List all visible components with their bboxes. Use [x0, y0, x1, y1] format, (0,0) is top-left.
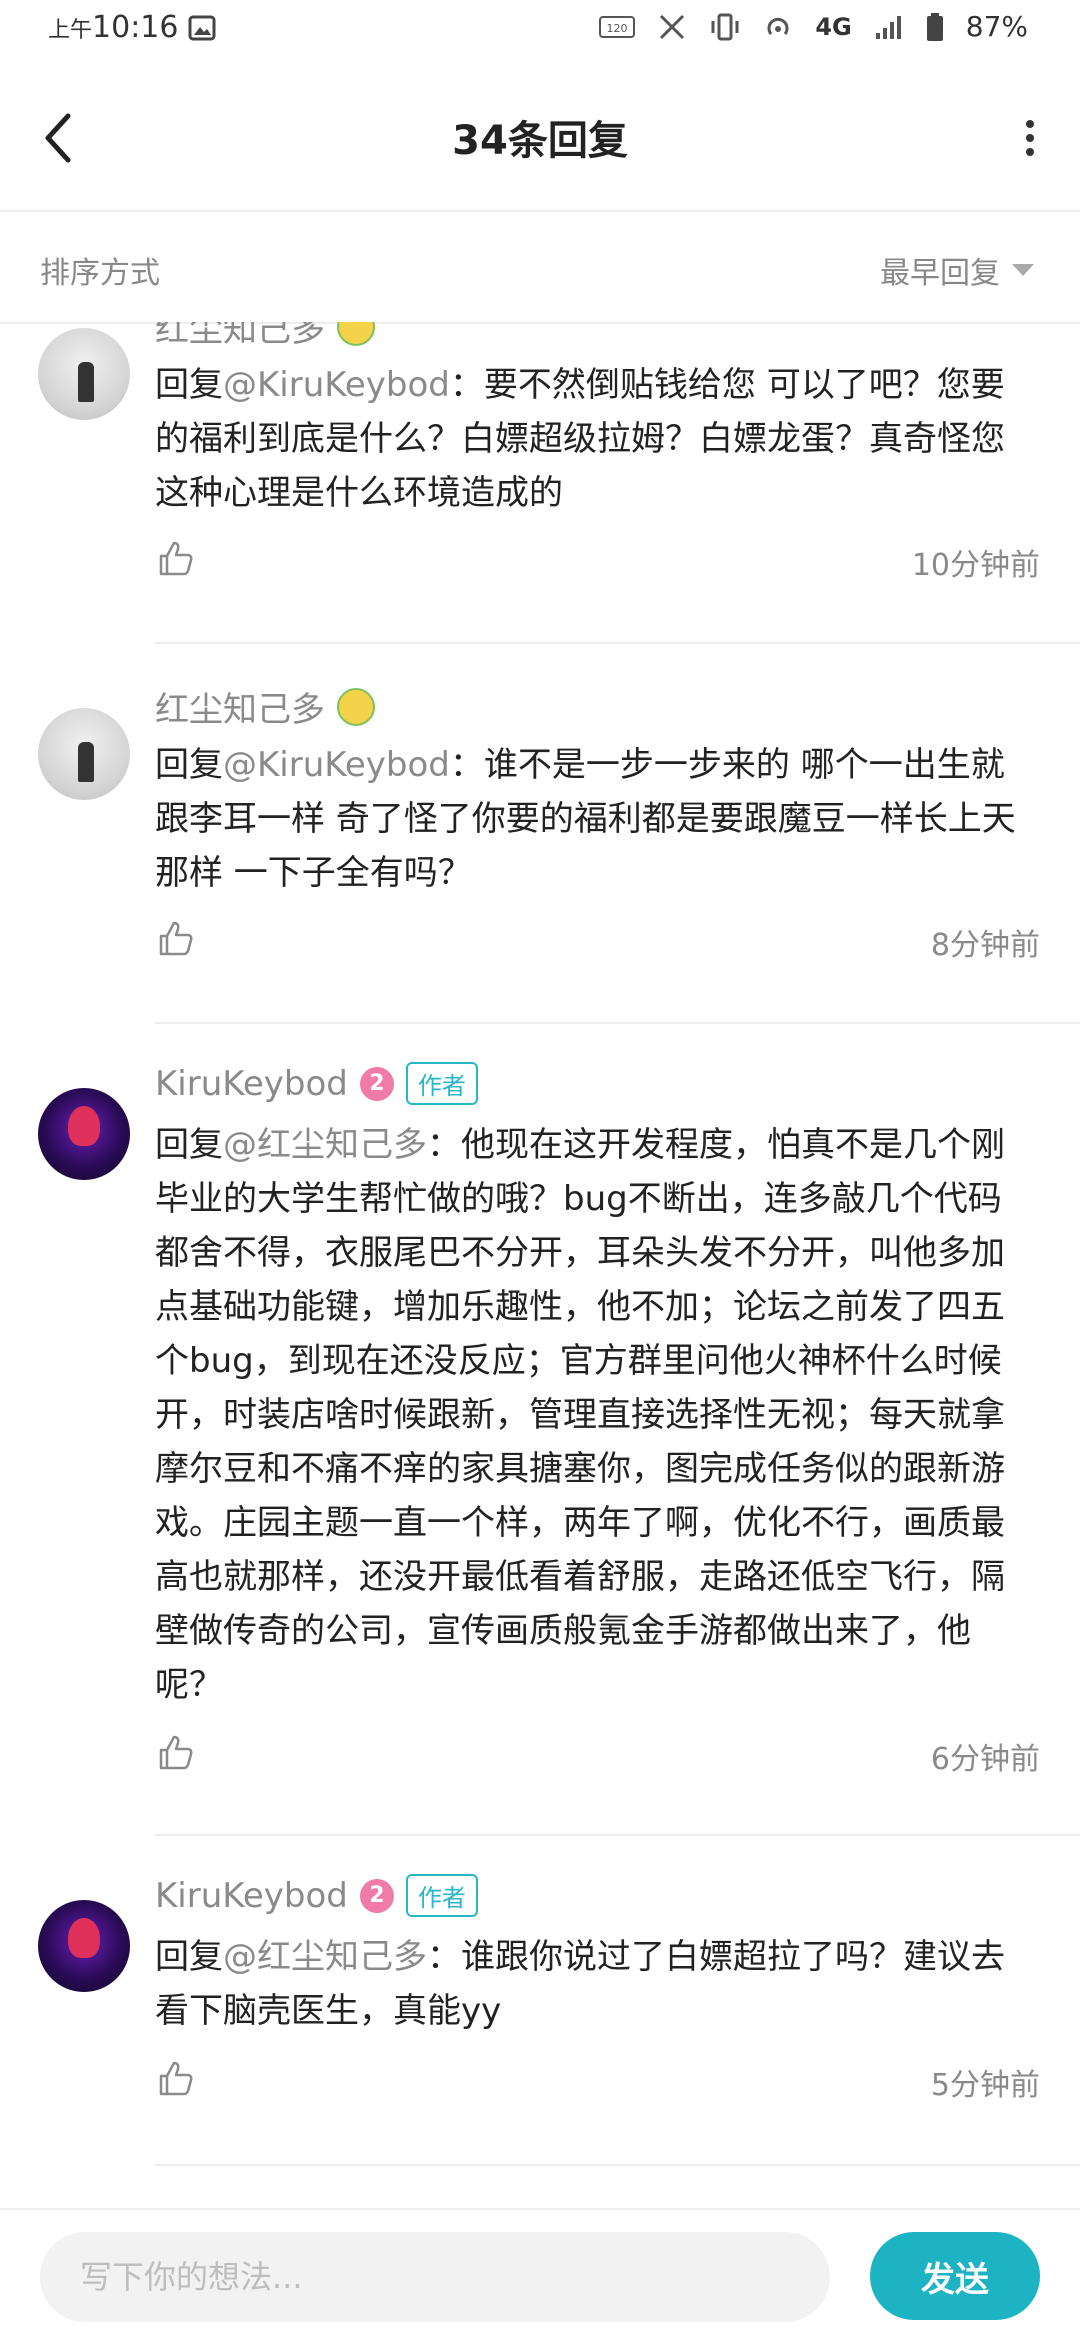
- author-badge: 作者: [405, 1062, 478, 1105]
- hd-voice-icon: 120: [599, 15, 636, 38]
- username[interactable]: 红尘知己多: [155, 682, 325, 731]
- like-icon[interactable]: [155, 918, 195, 958]
- battery-icon: [926, 12, 943, 41]
- divider: [155, 1834, 1080, 1836]
- reply-text: 回复@KiruKeybod：谁不是一步一步来的 哪个一出生就跟李耳一样 奇了怪了…: [155, 745, 1016, 893]
- svg-text:120: 120: [607, 22, 628, 35]
- top-nav: 34条回复: [0, 64, 1080, 212]
- dropdown-arrow-icon: [1012, 264, 1034, 276]
- reply-text: 回复@红尘知己多：谁跟你说过了白嫖超拉了吗？建议去看下脑壳医生，真能yy: [155, 1937, 1005, 2031]
- like-icon[interactable]: [155, 538, 195, 578]
- reply-item: 红尘知己多 回复@KiruKeybod：谁不是一步一步来的 哪个一出生就跟李耳一…: [0, 682, 1080, 1042]
- like-icon[interactable]: [155, 1732, 195, 1772]
- sort-dropdown[interactable]: 最早回复: [880, 248, 1034, 292]
- reply-text: 回复@红尘知己多：他现在这开发程度，怕真不是几个刚毕业的大学生帮忙做的哦？bug…: [155, 1125, 1005, 1705]
- user-badge-icon: [337, 322, 375, 346]
- reply-time: 6分钟前: [930, 1742, 1040, 1777]
- more-menu-icon[interactable]: [1020, 116, 1040, 160]
- signal-icon: [875, 15, 901, 39]
- status-time: 10:16: [92, 10, 179, 45]
- hotspot-icon: [767, 17, 789, 35]
- mention-link[interactable]: @KiruKeybod: [223, 745, 450, 785]
- network-type: 4G: [815, 12, 852, 41]
- send-button[interactable]: 发送: [870, 2232, 1040, 2320]
- reply-time: 8分钟前: [930, 928, 1040, 963]
- comment-input[interactable]: [40, 2232, 830, 2322]
- username[interactable]: KiruKeybod: [155, 1064, 348, 1104]
- user-badge-icon: [337, 687, 375, 726]
- avatar[interactable]: [38, 1088, 130, 1180]
- author-badge: 作者: [405, 1874, 478, 1917]
- battery-percent: 87%: [965, 10, 1028, 43]
- divider: [155, 642, 1080, 644]
- sort-label: 排序方式: [40, 256, 160, 291]
- divider: [155, 2164, 1080, 2166]
- sort-bar: 排序方式 最早回复: [0, 212, 1080, 324]
- avatar[interactable]: [38, 328, 130, 420]
- mention-link[interactable]: @KiruKeybod: [223, 365, 450, 405]
- reply-item: KiruKeybod 2 作者 回复@红尘知己多：谁跟你说过了白嫖超拉了吗？建议…: [0, 1874, 1080, 2202]
- vibrate-icon: [711, 13, 739, 40]
- comment-composer: 发送: [0, 2208, 1080, 2342]
- reply-item: 红尘知己多 回复@KiruKeybod：要不然倒贴钱给您 可以了吧？您要的福利到…: [0, 322, 1080, 672]
- image-icon: [188, 15, 216, 40]
- username[interactable]: KiruKeybod: [155, 1876, 348, 1916]
- mention-link[interactable]: @红尘知己多: [223, 1937, 427, 1977]
- avatar[interactable]: [38, 1900, 130, 1992]
- status-bar: 上午10:16 120 4G 87%: [0, 0, 1080, 64]
- reply-text: 回复@KiruKeybod：要不然倒贴钱给您 可以了吧？您要的福利到底是什么？白…: [155, 365, 1005, 513]
- level-badge: 2: [359, 1066, 394, 1101]
- divider: [155, 1022, 1080, 1024]
- avatar[interactable]: [38, 708, 130, 800]
- reply-list[interactable]: 红尘知己多 回复@KiruKeybod：要不然倒贴钱给您 可以了吧？您要的福利到…: [0, 322, 1080, 2202]
- reply-time: 5分钟前: [930, 2068, 1040, 2103]
- sort-value: 最早回复: [880, 256, 1000, 291]
- level-badge: 2: [359, 1878, 394, 1913]
- mention-link[interactable]: @红尘知己多: [223, 1125, 427, 1165]
- page-title: 34条回复: [452, 118, 628, 164]
- reply-time: 10分钟前: [911, 548, 1040, 583]
- reply-item: KiruKeybod 2 作者 回复@红尘知己多：他现在这开发程度，怕真不是几个…: [0, 1062, 1080, 1862]
- x-app-icon: [660, 14, 685, 39]
- username[interactable]: 红尘知己多: [155, 322, 325, 351]
- like-icon[interactable]: [155, 2058, 195, 2098]
- status-ampm: 上午: [48, 18, 93, 43]
